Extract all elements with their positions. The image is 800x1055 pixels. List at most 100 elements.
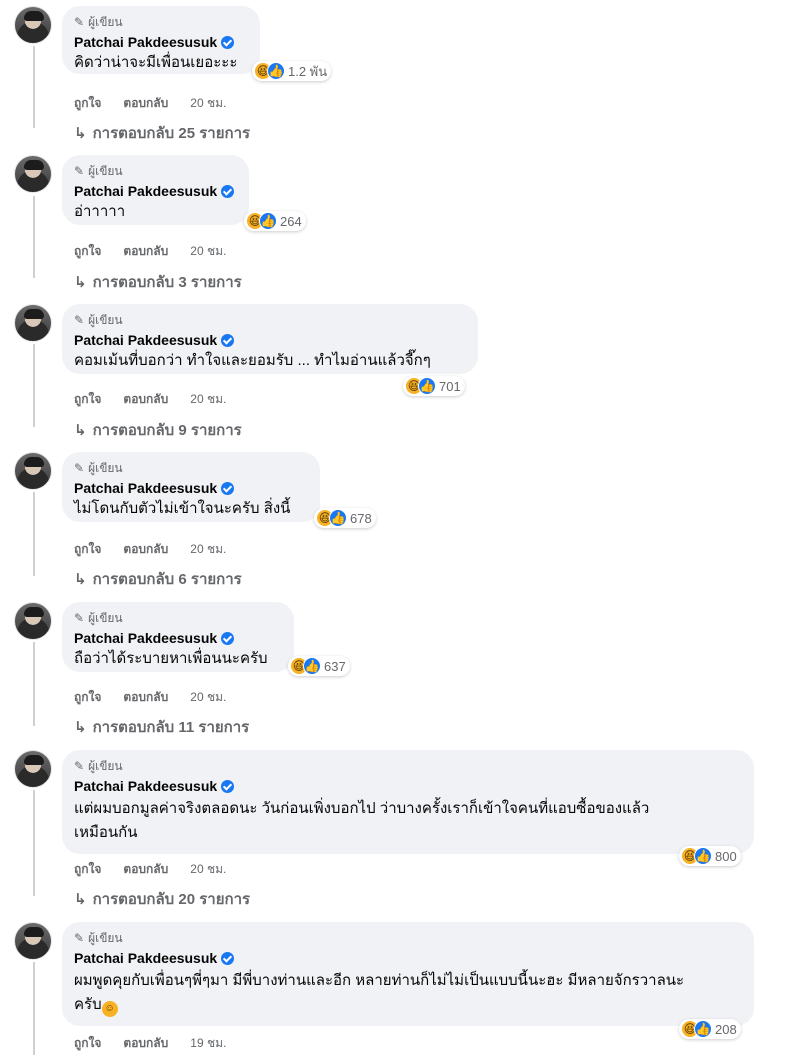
avatar[interactable]: [14, 304, 52, 342]
author-name[interactable]: Patchai Pakdeesusuk: [74, 480, 217, 496]
like-button[interactable]: ถูกใจ: [74, 540, 101, 559]
avatar[interactable]: [14, 155, 52, 193]
avatar[interactable]: [14, 6, 52, 44]
view-replies-link[interactable]: ↳ การตอบกลับ 6 รายการ: [74, 567, 242, 591]
avatar[interactable]: [14, 922, 52, 960]
author-badge: ✎ ผู้เขียน: [74, 14, 248, 30]
thread-line: [33, 492, 35, 576]
like-reaction-icon: 👍: [267, 62, 285, 80]
comment-bubble: ✎ ผู้เขียน Patchai Pakdeesusuk ผมพูดคุยกั…: [62, 922, 754, 1026]
reaction-count: 208: [715, 1021, 737, 1037]
reply-button[interactable]: ตอบกลับ: [123, 688, 168, 707]
thread-line: [33, 344, 35, 427]
comment-text: อ่าาาาา: [74, 203, 126, 220]
verified-icon: [221, 951, 235, 965]
comment-text: คิดว่าน่าจะมีเพื่อนเยอะะะ: [74, 54, 238, 71]
comment-bubble: ✎ ผู้เขียน Patchai Pakdeesusuk คิดว่าน่าจ…: [62, 6, 260, 74]
thread-line: [33, 642, 35, 726]
verified-icon: [221, 631, 235, 645]
like-reaction-icon: 👍: [303, 657, 321, 675]
view-replies-link[interactable]: ↳ การตอบกลับ 11 รายการ: [74, 715, 249, 739]
reaction-summary[interactable]: 😆 👍 1.2 พัน: [252, 61, 332, 81]
comment-bubble: ✎ ผู้เขียน Patchai Pakdeesusuk ไม่โดนกับต…: [62, 452, 320, 522]
author-name[interactable]: Patchai Pakdeesusuk: [74, 183, 217, 199]
thread-line: [33, 196, 35, 278]
verified-icon: [221, 184, 235, 198]
like-reaction-icon: 👍: [418, 377, 436, 395]
timestamp[interactable]: 20 ชม.: [190, 540, 226, 559]
comment-bubble: ✎ ผู้เขียน Patchai Pakdeesusuk คอมเม้นที่…: [62, 304, 478, 374]
reply-arrow-icon: ↳: [74, 274, 87, 291]
verified-icon: [221, 779, 235, 793]
like-reaction-icon: 👍: [259, 212, 277, 230]
timestamp[interactable]: 19 ชม.: [190, 1034, 226, 1053]
like-button[interactable]: ถูกใจ: [74, 860, 101, 879]
view-replies-link[interactable]: ↳ การตอบกลับ 25 รายการ: [74, 121, 250, 145]
reply-arrow-icon: ↳: [74, 422, 87, 439]
verified-icon: [221, 333, 235, 347]
like-button[interactable]: ถูกใจ: [74, 242, 101, 261]
reaction-summary[interactable]: 😆 👍 208: [679, 1019, 741, 1039]
author-name[interactable]: Patchai Pakdeesusuk: [74, 950, 217, 966]
replies-label: การตอบกลับ 9 รายการ: [92, 422, 242, 439]
timestamp[interactable]: 20 ชม.: [190, 94, 226, 113]
author-badge-label: ผู้เขียน: [88, 930, 123, 945]
comment-bubble: ✎ ผู้เขียน Patchai Pakdeesusuk แต่ผมบอกมู…: [62, 750, 754, 854]
reaction-count: 1.2 พัน: [288, 63, 328, 79]
reply-arrow-icon: ↳: [74, 571, 87, 588]
reply-arrow-icon: ↳: [74, 891, 87, 908]
reply-button[interactable]: ตอบกลับ: [123, 390, 168, 409]
verified-icon: [221, 481, 235, 495]
avatar[interactable]: [14, 602, 52, 640]
timestamp[interactable]: 20 ชม.: [190, 688, 226, 707]
avatar[interactable]: [14, 452, 52, 490]
replies-label: การตอบกลับ 20 รายการ: [92, 891, 251, 908]
author-name[interactable]: Patchai Pakdeesusuk: [74, 630, 217, 646]
reaction-summary[interactable]: 😆 👍 637: [288, 656, 350, 676]
comment-text: แต่ผมบอกมูลค่าจริงตลอดนะ วันก่อนเพิ่งบอก…: [74, 800, 650, 841]
thread-line: [33, 790, 35, 896]
like-button[interactable]: ถูกใจ: [74, 688, 101, 707]
like-reaction-icon: 👍: [694, 847, 712, 865]
author-name[interactable]: Patchai Pakdeesusuk: [74, 778, 217, 794]
view-replies-link[interactable]: ↳ การตอบกลับ 3 รายการ: [74, 270, 242, 294]
like-button[interactable]: ถูกใจ: [74, 1034, 101, 1053]
reaction-summary[interactable]: 😆 👍 800: [679, 846, 741, 866]
reaction-summary[interactable]: 😆 👍 678: [314, 508, 376, 528]
author-badge: ✎ ผู้เขียน: [74, 930, 742, 946]
author-badge: ✎ ผู้เขียน: [74, 610, 282, 626]
reply-button[interactable]: ตอบกลับ: [123, 94, 168, 113]
timestamp[interactable]: 20 ชม.: [190, 860, 226, 879]
author-badge-label: ผู้เขียน: [88, 610, 123, 625]
author-badge: ✎ ผู้เขียน: [74, 758, 742, 774]
pencil-icon: ✎: [74, 313, 85, 327]
timestamp[interactable]: 20 ชม.: [190, 390, 226, 409]
comment-bubble: ✎ ผู้เขียน Patchai Pakdeesusuk อ่าาาาา: [62, 155, 249, 225]
reply-arrow-icon: ↳: [74, 719, 87, 736]
reaction-count: 678: [350, 510, 372, 526]
reply-button[interactable]: ตอบกลับ: [123, 860, 168, 879]
author-badge: ✎ ผู้เขียน: [74, 312, 466, 328]
like-button[interactable]: ถูกใจ: [74, 94, 101, 113]
pencil-icon: ✎: [74, 611, 85, 625]
author-name[interactable]: Patchai Pakdeesusuk: [74, 34, 217, 50]
reaction-count: 264: [280, 213, 302, 229]
reply-button[interactable]: ตอบกลับ: [123, 1034, 168, 1053]
reply-arrow-icon: ↳: [74, 125, 87, 142]
pencil-icon: ✎: [74, 15, 85, 29]
reply-button[interactable]: ตอบกลับ: [123, 242, 168, 261]
author-badge-label: ผู้เขียน: [88, 758, 123, 773]
view-replies-link[interactable]: ↳ การตอบกลับ 20 รายการ: [74, 887, 250, 911]
view-replies-link[interactable]: ↳ การตอบกลับ 9 รายการ: [74, 418, 242, 442]
reaction-count: 701: [439, 378, 461, 394]
avatar[interactable]: [14, 750, 52, 788]
author-name[interactable]: Patchai Pakdeesusuk: [74, 332, 217, 348]
like-button[interactable]: ถูกใจ: [74, 390, 101, 409]
replies-label: การตอบกลับ 6 รายการ: [92, 571, 242, 588]
reply-button[interactable]: ตอบกลับ: [123, 540, 168, 559]
timestamp[interactable]: 20 ชม.: [190, 242, 226, 261]
reaction-summary[interactable]: 😆 👍 701: [403, 376, 465, 396]
reaction-summary[interactable]: 😆 👍 264: [244, 211, 306, 231]
author-badge-label: ผู้เขียน: [88, 163, 123, 178]
thread-line: [33, 962, 35, 1055]
